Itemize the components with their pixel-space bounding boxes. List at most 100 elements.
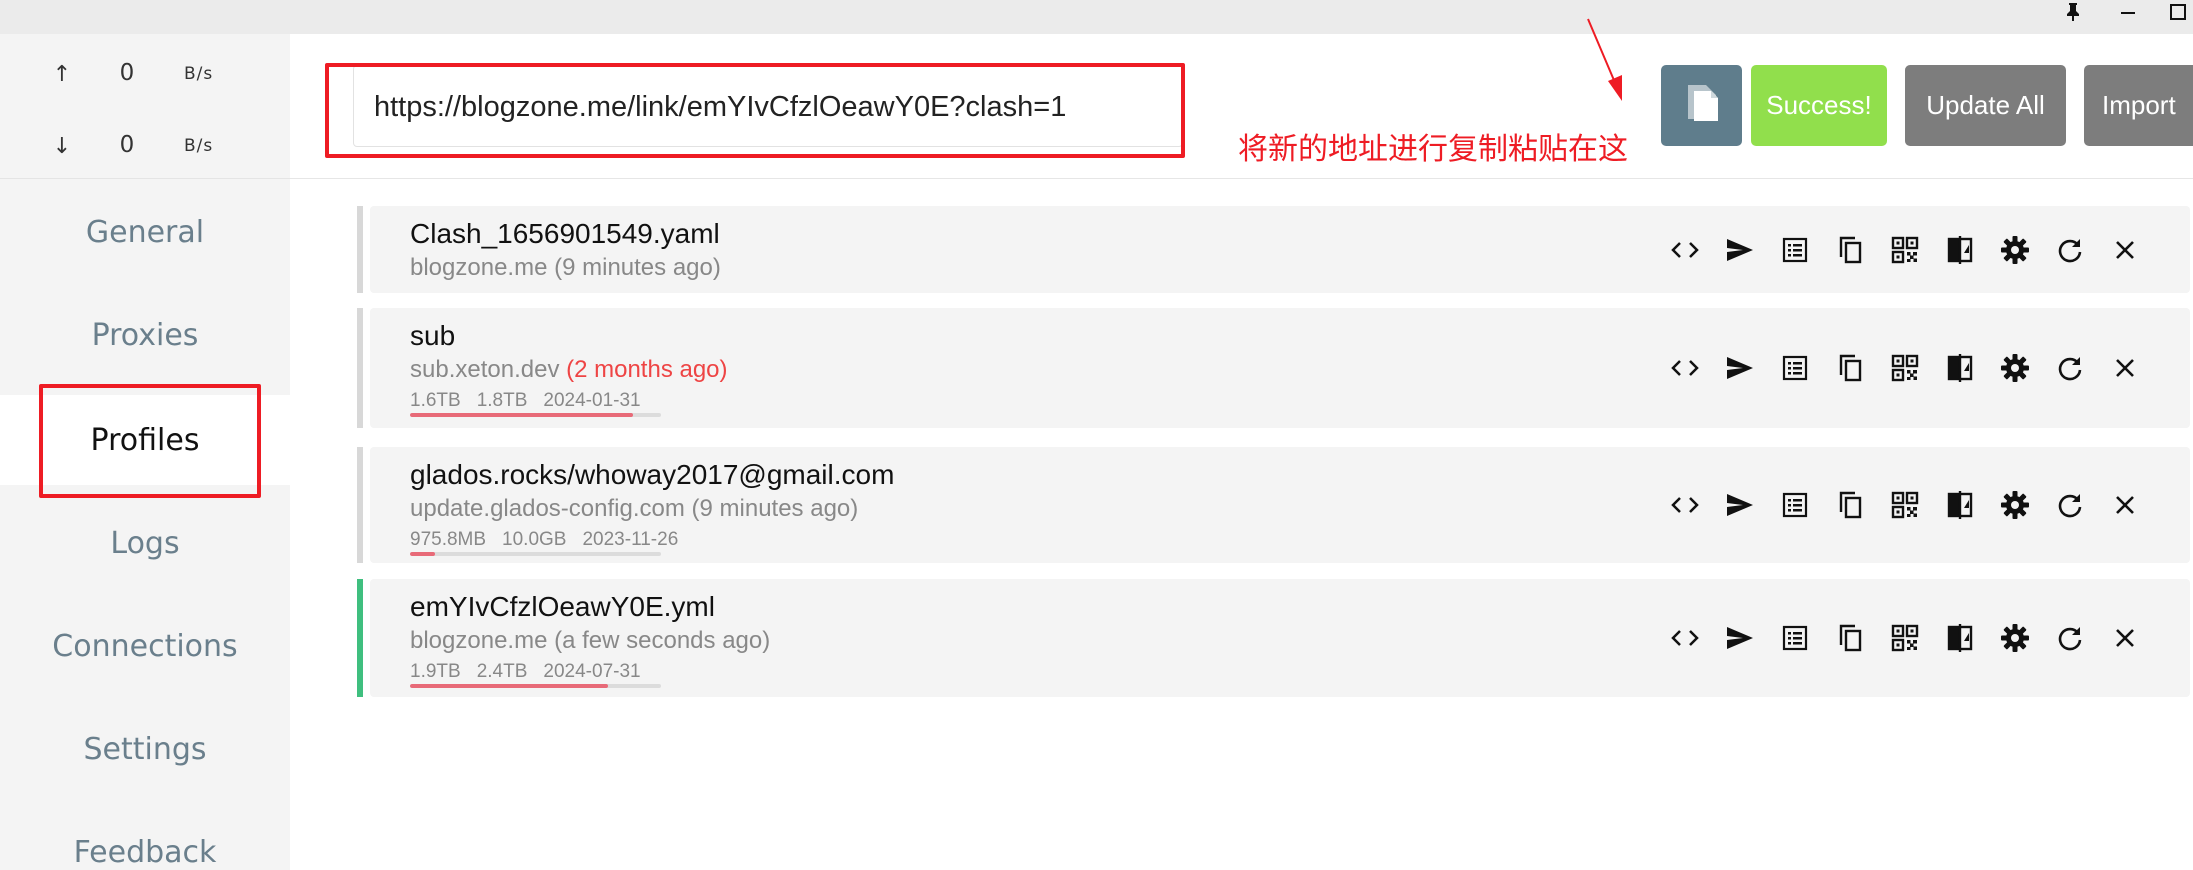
profile-selected-indicator bbox=[357, 579, 363, 697]
profile-total: 1.8TB bbox=[476, 390, 528, 411]
copy-icon[interactable] bbox=[1822, 230, 1877, 270]
refresh-icon[interactable] bbox=[2042, 485, 2097, 525]
pin-icon[interactable] bbox=[2053, 0, 2093, 24]
list-icon[interactable] bbox=[1767, 485, 1822, 525]
maximize-icon[interactable] bbox=[2158, 0, 2193, 24]
profile-item[interactable]: emYIvCfzlOeawY0E.yml blogzone.me (a few s… bbox=[357, 579, 2193, 697]
code-icon[interactable] bbox=[1657, 485, 1712, 525]
profile-usage-fill bbox=[410, 552, 436, 556]
title-bar bbox=[0, 0, 2193, 34]
profile-traffic: 1.9TB 2.4TB 2024-07-31 bbox=[410, 661, 657, 683]
list-icon[interactable] bbox=[1767, 230, 1822, 270]
download-arrow-icon: ↓ bbox=[52, 134, 72, 159]
qrcode-icon[interactable] bbox=[1877, 618, 1932, 658]
copy-icon[interactable] bbox=[1822, 485, 1877, 525]
download-status-button[interactable]: Success! bbox=[1751, 65, 1887, 146]
gear-icon[interactable] bbox=[1987, 485, 2042, 525]
profile-selected-indicator bbox=[357, 447, 363, 563]
sidebar-item-connections[interactable]: Connections bbox=[0, 601, 290, 691]
upload-speed: ↑ 0 B/s bbox=[0, 54, 290, 94]
compare-icon[interactable] bbox=[1932, 485, 1987, 525]
code-icon[interactable] bbox=[1657, 348, 1712, 388]
send-icon[interactable] bbox=[1712, 618, 1767, 658]
profile-name: emYIvCfzlOeawY0E.yml bbox=[410, 591, 715, 622]
sidebar-item-general[interactable]: General bbox=[0, 187, 290, 277]
profile-selected-indicator bbox=[357, 308, 363, 428]
profile-name: sub bbox=[410, 320, 456, 351]
compare-icon[interactable] bbox=[1932, 348, 1987, 388]
profile-used: 1.9TB bbox=[410, 661, 461, 682]
close-icon[interactable] bbox=[2097, 618, 2152, 658]
refresh-icon[interactable] bbox=[2042, 618, 2097, 658]
close-icon[interactable] bbox=[2097, 348, 2152, 388]
sidebar-item-proxies[interactable]: Proxies bbox=[0, 290, 290, 380]
profile-item[interactable]: Clash_1656901549.yaml blogzone.me (9 minu… bbox=[357, 206, 2193, 293]
header-divider bbox=[290, 178, 2193, 179]
profile-card[interactable]: glados.rocks/whoway2017@gmail.com update.… bbox=[370, 447, 2190, 563]
minimize-icon[interactable] bbox=[2108, 0, 2148, 24]
profile-card[interactable]: emYIvCfzlOeawY0E.yml blogzone.me (a few s… bbox=[370, 579, 2190, 697]
profile-name: Clash_1656901549.yaml bbox=[410, 218, 720, 249]
profile-host: update.glados-config.com bbox=[410, 495, 685, 522]
profile-host: blogzone.me bbox=[410, 627, 548, 654]
qrcode-icon[interactable] bbox=[1877, 485, 1932, 525]
close-icon[interactable] bbox=[2097, 230, 2152, 270]
code-icon[interactable] bbox=[1657, 618, 1712, 658]
gear-icon[interactable] bbox=[1987, 618, 2042, 658]
profile-usage-fill bbox=[410, 413, 634, 417]
profile-item[interactable]: sub sub.xeton.dev (2 months ago) 1.6TB 1.8T… bbox=[357, 308, 2193, 428]
download-speed-unit: B/s bbox=[184, 136, 214, 156]
send-icon[interactable] bbox=[1712, 485, 1767, 525]
close-icon[interactable] bbox=[2097, 485, 2152, 525]
profile-total: 2.4TB bbox=[476, 661, 528, 682]
profile-source: sub.xeton.dev (2 months ago) bbox=[410, 356, 728, 384]
profile-expire: 2023-11-26 bbox=[582, 529, 679, 550]
profile-source: blogzone.me (a few seconds ago) bbox=[410, 627, 770, 655]
send-icon[interactable] bbox=[1712, 348, 1767, 388]
import-button[interactable]: Import bbox=[2084, 65, 2193, 146]
profile-usage-bar bbox=[410, 684, 661, 688]
gear-icon[interactable] bbox=[1987, 348, 2042, 388]
profile-source: blogzone.me (9 minutes ago) bbox=[410, 254, 721, 282]
send-icon[interactable] bbox=[1712, 230, 1767, 270]
profile-actions bbox=[1657, 579, 2152, 697]
annotation-profiles-highlight bbox=[39, 384, 261, 498]
profile-total: 10.0GB bbox=[502, 529, 567, 550]
refresh-icon[interactable] bbox=[2042, 230, 2097, 270]
annotation-text: 将新的地址进行复制粘贴在这 bbox=[1238, 132, 1628, 167]
sidebar-item-feedback[interactable]: Feedback bbox=[0, 807, 290, 870]
download-speed: ↓ 0 B/s bbox=[0, 126, 290, 166]
list-icon[interactable] bbox=[1767, 348, 1822, 388]
code-icon[interactable] bbox=[1657, 230, 1712, 270]
profile-traffic: 975.8MB 10.0GB 2023-11-26 bbox=[410, 529, 694, 551]
profile-used: 975.8MB bbox=[410, 529, 487, 550]
upload-speed-unit: B/s bbox=[184, 64, 214, 84]
annotation-url-highlight bbox=[325, 63, 1185, 158]
sidebar-item-logs[interactable]: Logs bbox=[0, 498, 290, 588]
profile-usage-fill bbox=[410, 684, 609, 688]
profile-used: 1.6TB bbox=[410, 390, 461, 411]
profile-actions bbox=[1657, 206, 2152, 293]
sidebar-item-settings[interactable]: Settings bbox=[0, 704, 290, 794]
copy-icon[interactable] bbox=[1822, 348, 1877, 388]
profile-card[interactable]: sub sub.xeton.dev (2 months ago) 1.6TB 1.8T… bbox=[370, 308, 2190, 428]
download-speed-value: 0 bbox=[119, 132, 135, 158]
profile-item[interactable]: glados.rocks/whoway2017@gmail.com update.… bbox=[357, 447, 2193, 563]
compare-icon[interactable] bbox=[1932, 618, 1987, 658]
profile-card[interactable]: Clash_1656901549.yaml blogzone.me (9 minu… bbox=[370, 206, 2190, 293]
compare-icon[interactable] bbox=[1932, 230, 1987, 270]
profile-actions bbox=[1657, 447, 2152, 563]
profile-expire: 2024-07-31 bbox=[543, 661, 641, 682]
paste-button[interactable] bbox=[1661, 65, 1742, 146]
profile-updated-ago: (9 minutes ago) bbox=[554, 254, 721, 281]
profile-usage-bar bbox=[410, 552, 661, 556]
copy-icon[interactable] bbox=[1822, 618, 1877, 658]
gear-icon[interactable] bbox=[1987, 230, 2042, 270]
refresh-icon[interactable] bbox=[2042, 348, 2097, 388]
upload-speed-value: 0 bbox=[119, 60, 135, 86]
qrcode-icon[interactable] bbox=[1877, 230, 1932, 270]
list-icon[interactable] bbox=[1767, 618, 1822, 658]
update-all-button[interactable]: Update All bbox=[1905, 65, 2066, 146]
profile-traffic: 1.6TB 1.8TB 2024-01-31 bbox=[410, 390, 657, 412]
qrcode-icon[interactable] bbox=[1877, 348, 1932, 388]
